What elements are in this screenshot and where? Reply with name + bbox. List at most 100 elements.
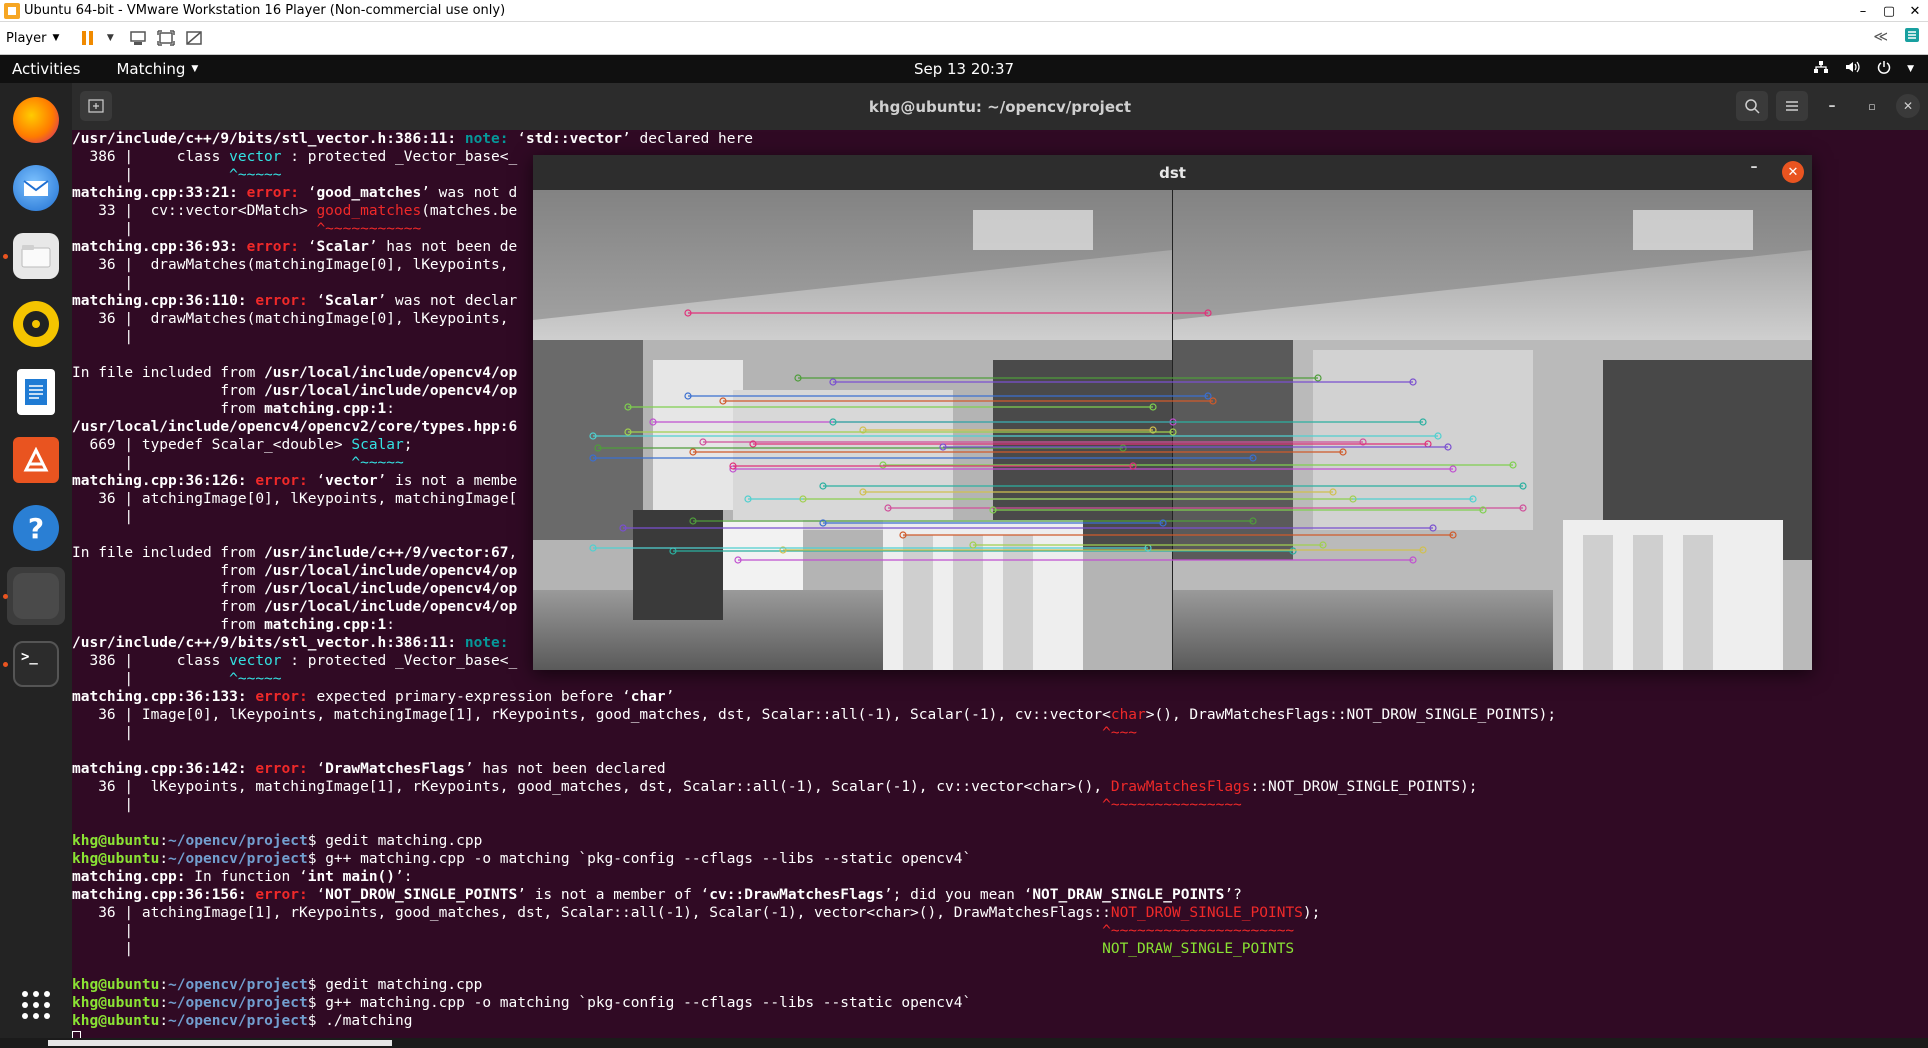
chevron-down-icon[interactable]: ▼ — [99, 27, 121, 49]
terminal-text: 33 | cv::vector<DMatch> — [72, 203, 317, 219]
close-icon[interactable]: ✕ — [1782, 161, 1804, 183]
show-applications-button[interactable] — [7, 976, 65, 1034]
terminal-text: ::NOT_DROW_SINGLE_POINTS); — [1250, 779, 1478, 795]
clock[interactable]: Sep 13 20:37 — [0, 60, 1928, 78]
dock-item-thunderbird[interactable] — [7, 159, 65, 217]
terminal-text: khg@ubuntu — [72, 995, 160, 1011]
new-tab-button[interactable] — [80, 91, 112, 121]
terminal-text: ‘ — [316, 887, 326, 903]
system-status-area[interactable]: ▼ — [1813, 60, 1914, 78]
menu-button[interactable] — [1776, 91, 1808, 121]
terminal-line: matching.cpp:36:142: error: ‘DrawMatches… — [72, 760, 1928, 778]
terminal-text: ’ has not been de — [368, 239, 518, 255]
player-menu-button[interactable]: Player ▼ — [6, 31, 59, 46]
library-icon[interactable] — [1904, 27, 1920, 47]
terminal-text: In function ‘ — [185, 869, 308, 885]
terminal-text: matching.cpp:36:110: — [72, 293, 256, 309]
dock-item-matching[interactable] — [3, 567, 65, 625]
terminal-text: khg@ubuntu — [72, 851, 160, 867]
search-icon — [1745, 99, 1760, 114]
vmware-window-controls: – ▢ ✕ — [1850, 0, 1928, 22]
terminal-text: ’ was not d — [421, 185, 518, 201]
terminal-line: khg@ubuntu:~/opencv/project$ gedit match… — [72, 832, 1928, 850]
writer-icon — [17, 369, 55, 415]
close-button[interactable]: ✕ — [1896, 94, 1920, 118]
gnome-top-bar: Activities Matching ▼ Sep 13 20:37 ▼ — [0, 55, 1928, 83]
minimize-icon[interactable]: – — [1850, 0, 1876, 22]
terminal-text: ‘ — [316, 293, 326, 309]
dock-item-help[interactable]: ? — [7, 499, 65, 557]
terminal-text: | — [72, 923, 1103, 939]
terminal-text: ^~~~~~~~~~~~~~~~ — [1102, 797, 1242, 813]
pause-icon[interactable] — [77, 27, 99, 49]
terminal-text: error: — [246, 239, 308, 255]
terminal-text: error: — [255, 887, 317, 903]
terminal-text: : protected _Vector_base<_ — [281, 653, 518, 669]
terminal-line: khg@ubuntu:~/opencv/project$ g++ matchin… — [72, 850, 1928, 868]
terminal-text: >(), DrawMatchesFlags::NOT_DROW_SINGLE_P… — [1145, 707, 1557, 723]
scrollbar-thumb[interactable] — [48, 1040, 392, 1046]
vmware-window-title: Ubuntu 64-bit - VMware Workstation 16 Pl… — [24, 3, 506, 18]
terminal-title: khg@ubuntu: ~/opencv/project — [868, 97, 1132, 116]
dock-item-rhythmbox[interactable] — [7, 295, 65, 353]
app-menu-button[interactable]: Matching ▼ — [116, 60, 198, 78]
activities-button[interactable]: Activities — [12, 60, 80, 78]
vmware-bottom-scrollbar[interactable] — [0, 1038, 1928, 1048]
terminal-text: khg@ubuntu — [72, 1013, 160, 1029]
terminal-text: 36 | drawMatches(matchingImage[0], lKeyp… — [72, 311, 509, 327]
terminal-text: /usr/local/include/opencv4/op — [264, 599, 518, 615]
terminal-text: good_matches — [316, 185, 422, 201]
close-icon: ✕ — [1902, 99, 1914, 113]
terminal-text: ’? — [1224, 887, 1242, 903]
search-button[interactable] — [1736, 91, 1768, 121]
terminal-text: ‘ — [517, 131, 526, 147]
terminal-text: 36 | atchingImage[0], lKeypoints, matchi… — [72, 491, 518, 507]
unity-mode-icon[interactable] — [183, 27, 205, 49]
terminal-text: ~/opencv/project — [168, 833, 308, 849]
terminal-line: /usr/include/c++/9/bits/stl_vector.h:386… — [72, 130, 1928, 148]
terminal-line: khg@ubuntu:~/opencv/project$ g++ matchin… — [72, 994, 1928, 1012]
dst-window-titlebar[interactable]: dst – ✕ — [533, 155, 1812, 190]
matching-app-icon — [13, 573, 59, 619]
restore-icon[interactable]: ▢ — [1876, 0, 1902, 22]
terminal-text: /usr/local/include/opencv4/op — [264, 563, 518, 579]
dock-item-terminal[interactable]: >_ — [3, 635, 65, 693]
terminal-text: matching.cpp:1 — [264, 401, 387, 417]
dst-image-window[interactable]: dst – ✕ — [533, 155, 1812, 670]
terminal-text: 36 | atchingImage[1], rKeypoints, good_m… — [72, 905, 1111, 921]
terminal-text: good_matches — [316, 203, 422, 219]
help-icon: ? — [13, 505, 59, 551]
terminal-text: khg@ubuntu — [72, 977, 160, 993]
close-icon[interactable]: ✕ — [1902, 0, 1928, 22]
dock-item-firefox[interactable] — [7, 91, 65, 149]
terminal-text: Scalar — [351, 437, 404, 453]
terminal-text: 36 | lKeypoints, matchingImage[1], rKeyp… — [72, 779, 1111, 795]
send-ctrl-alt-del-icon[interactable] — [127, 27, 149, 49]
terminal-text: (matches.be — [421, 203, 518, 219]
dock-item-ubuntu-software[interactable] — [7, 431, 65, 489]
minimize-icon[interactable]: – — [1742, 159, 1766, 183]
maximize-button[interactable]: ▫ — [1856, 91, 1888, 121]
terminal-text: : — [159, 977, 169, 993]
terminal-text: : — [159, 1013, 169, 1029]
terminal-line: khg@ubuntu:~/opencv/project$ ./matching — [72, 1012, 1928, 1030]
terminal-line: | ^~~~ — [72, 724, 1928, 742]
terminal-text: expected primary-expression before ‘ — [316, 689, 631, 705]
terminal-text: ’ — [665, 689, 675, 705]
terminal-text: ~/opencv/project — [168, 995, 308, 1011]
dock-item-files[interactable] — [3, 227, 65, 285]
dock-item-libreoffice-writer[interactable] — [7, 363, 65, 421]
collapse-toolbar-icon[interactable]: ≪ — [1873, 29, 1888, 45]
minimize-button[interactable]: – — [1816, 91, 1848, 121]
fullscreen-icon[interactable] — [155, 27, 177, 49]
running-indicator — [3, 594, 8, 599]
terminal-text: ‘ — [316, 761, 326, 777]
terminal-text: | — [72, 509, 134, 525]
terminal-text: matching.cpp:36:133: — [72, 689, 256, 705]
terminal-text: matching.cpp: — [72, 869, 186, 885]
terminal-text: ^~~~~~ — [229, 167, 282, 183]
terminal-text: $ gedit matching.cpp — [307, 833, 483, 849]
maximize-icon: ▫ — [1868, 99, 1876, 113]
terminal-text: | — [72, 671, 230, 687]
terminal-text: from — [72, 617, 265, 633]
